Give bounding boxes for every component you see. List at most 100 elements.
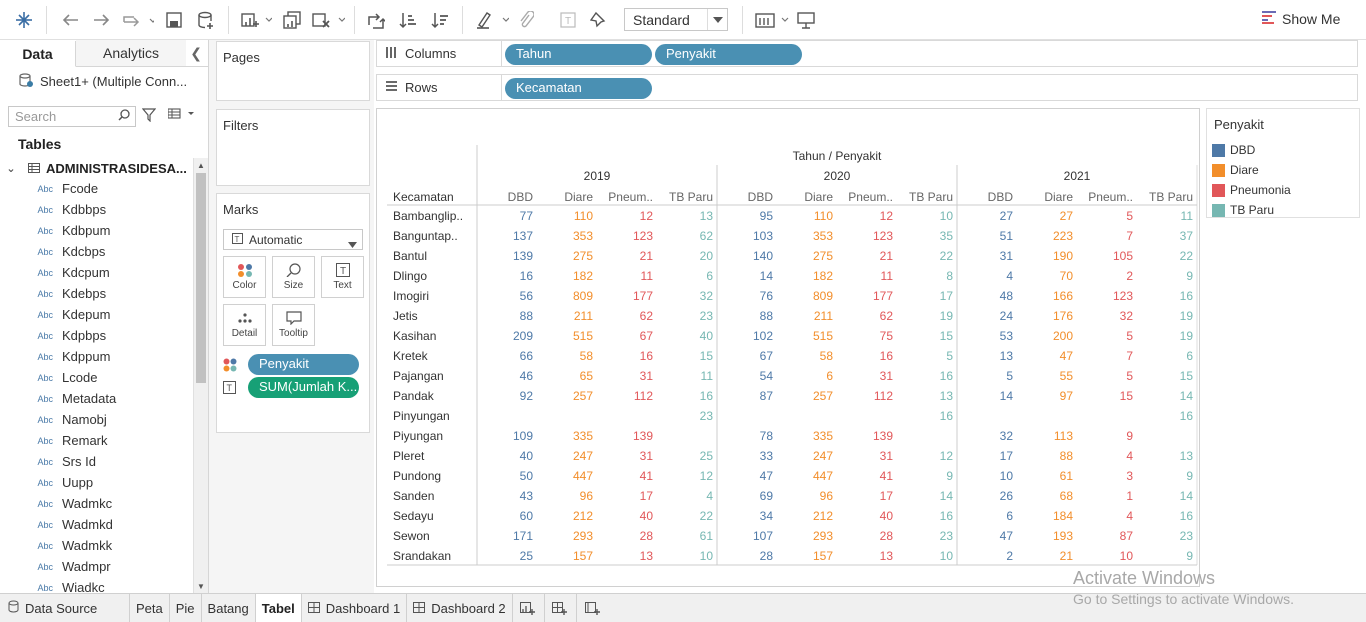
undo-icon[interactable] xyxy=(58,8,82,32)
data-connection[interactable]: Sheet1+ (Multiple Conn... xyxy=(18,72,187,91)
show-cards-icon[interactable] xyxy=(754,8,790,32)
string-type-icon: Abc xyxy=(37,519,53,530)
data-cell: 51 xyxy=(1000,229,1014,243)
disease-header: TB Paru xyxy=(909,190,953,204)
row-band xyxy=(387,505,1197,525)
save-icon[interactable] xyxy=(162,8,186,32)
presentation-mode-icon[interactable] xyxy=(794,8,818,32)
field-item[interactable]: Abc Uupp xyxy=(0,472,193,493)
color-legend[interactable]: Penyakit DBD Diare Pneumonia TB Paru xyxy=(1206,108,1360,218)
search-input[interactable]: Search xyxy=(8,106,136,127)
tab-data[interactable]: Data xyxy=(0,41,76,67)
columns-pill-penyakit[interactable]: Penyakit xyxy=(655,44,802,65)
field-item[interactable]: Abc Kdbpum xyxy=(0,220,193,241)
field-item[interactable]: Abc Kdcbps xyxy=(0,241,193,262)
marks-pill-sum[interactable]: SUM(Jumlah K... xyxy=(248,377,359,398)
redo-icon[interactable] xyxy=(90,8,114,32)
marks-pill-penyakit[interactable]: Penyakit xyxy=(248,354,359,375)
new-data-source-icon[interactable] xyxy=(194,8,218,32)
scrollbar-thumb[interactable] xyxy=(196,173,206,383)
legend-item[interactable]: Diare xyxy=(1207,160,1359,180)
view-options-icon[interactable] xyxy=(167,108,196,123)
collapse-pane-icon[interactable]: ❮ xyxy=(190,45,202,62)
data-cell: 19 xyxy=(1180,329,1194,343)
field-item[interactable]: Abc Metadata xyxy=(0,388,193,409)
data-cell: 32 xyxy=(700,289,714,303)
data-cell: 809 xyxy=(573,289,593,303)
new-worksheet-tab-icon[interactable] xyxy=(513,594,545,622)
new-story-tab-icon[interactable] xyxy=(577,594,609,622)
field-item[interactable]: Abc Wiadkc xyxy=(0,577,193,593)
field-item[interactable]: Abc Wadmkc xyxy=(0,493,193,514)
detail-button[interactable]: Detail xyxy=(223,304,266,346)
replay-icon[interactable] xyxy=(120,8,156,32)
field-item[interactable]: Abc Lcode xyxy=(0,367,193,388)
crosstab-view[interactable]: Tahun / Penyakit 2019 DBD Diare Pneum.. TB Pa… xyxy=(376,108,1200,587)
group-members-icon[interactable] xyxy=(514,8,538,32)
data-cell: 177 xyxy=(873,289,893,303)
duplicate-sheet-icon[interactable] xyxy=(280,8,304,32)
field-item[interactable]: Abc Srs Id xyxy=(0,451,193,472)
scroll-down-icon[interactable]: ▼ xyxy=(197,582,205,591)
field-item[interactable]: Abc Wadmkd xyxy=(0,514,193,535)
field-item[interactable]: Abc Kdbbps xyxy=(0,199,193,220)
rows-pill-kecamatan[interactable]: Kecamatan xyxy=(505,78,652,99)
columns-shelf[interactable]: Columns Tahun Penyakit xyxy=(376,40,1358,67)
chevron-down-icon[interactable]: ⌄ xyxy=(0,162,22,175)
data-cell: 23 xyxy=(700,409,714,423)
sheet-tab-peta[interactable]: Peta xyxy=(130,594,170,622)
tooltip-button[interactable]: Tooltip xyxy=(272,304,315,346)
tab-analytics[interactable]: Analytics xyxy=(76,40,186,66)
field-item[interactable]: Abc Remark xyxy=(0,430,193,451)
sheet-tab-batang[interactable]: Batang xyxy=(202,594,256,622)
field-item[interactable]: Abc Wadmkk xyxy=(0,535,193,556)
columns-pill-tahun[interactable]: Tahun xyxy=(505,44,652,65)
tableau-logo-icon[interactable] xyxy=(12,8,36,32)
data-cell: 9 xyxy=(1186,269,1193,283)
fix-axes-icon[interactable] xyxy=(586,8,610,32)
sheet-tab-tabel[interactable]: Tabel xyxy=(255,594,302,622)
field-item[interactable]: Abc Kdebps xyxy=(0,283,193,304)
sort-descending-icon[interactable] xyxy=(428,8,452,32)
sheet-tab-pie[interactable]: Pie xyxy=(170,594,202,622)
fit-select[interactable]: Standard xyxy=(624,8,728,31)
field-item[interactable]: Abc Fcode xyxy=(0,178,193,199)
sheet-tab-dashboard-2[interactable]: Dashboard 2 xyxy=(407,594,513,622)
text-button[interactable]: T Text xyxy=(321,256,364,298)
legend-item[interactable]: Pneumonia xyxy=(1207,180,1359,200)
data-cell: 21 xyxy=(640,249,654,263)
show-mark-labels-icon[interactable]: T xyxy=(556,8,580,32)
filter-fields-icon[interactable] xyxy=(141,108,157,125)
pages-card[interactable]: Pages xyxy=(216,41,370,101)
size-button[interactable]: Size xyxy=(272,256,315,298)
data-cell: 62 xyxy=(700,229,714,243)
table-item[interactable]: ⌄ ADMINISTRASIDESA... xyxy=(0,158,193,178)
color-label: Color xyxy=(232,280,257,291)
clear-sheet-icon[interactable] xyxy=(310,8,346,32)
field-item[interactable]: Abc Kdppum xyxy=(0,346,193,367)
field-item[interactable]: Abc Kdcpum xyxy=(0,262,193,283)
rows-shelf[interactable]: Rows Kecamatan xyxy=(376,74,1358,101)
field-item[interactable]: Abc Wadmpr xyxy=(0,556,193,577)
legend-item[interactable]: DBD xyxy=(1207,140,1359,160)
new-worksheet-icon[interactable] xyxy=(238,8,274,32)
disease-header: TB Paru xyxy=(1149,190,1193,204)
new-dashboard-tab-icon[interactable] xyxy=(545,594,577,622)
field-item[interactable]: Abc Namobj xyxy=(0,409,193,430)
filters-card[interactable]: Filters xyxy=(216,109,370,186)
color-button[interactable]: Color xyxy=(223,256,266,298)
swap-rows-columns-icon[interactable] xyxy=(364,8,388,32)
sort-ascending-icon[interactable] xyxy=(396,8,420,32)
data-source-tab[interactable]: Data Source xyxy=(0,594,130,622)
sheet-tab-dashboard-1[interactable]: Dashboard 1 xyxy=(302,594,408,622)
show-me-button[interactable]: Show Me xyxy=(1262,10,1340,27)
highlight-icon[interactable] xyxy=(474,8,510,32)
scroll-up-icon[interactable]: ▲ xyxy=(197,161,205,170)
field-item[interactable]: Abc Kdepum xyxy=(0,304,193,325)
legend-item[interactable]: TB Paru xyxy=(1207,200,1359,220)
field-item[interactable]: Abc Kdpbps xyxy=(0,325,193,346)
row-band xyxy=(387,465,1197,485)
mark-type-select[interactable]: T Automatic xyxy=(223,229,363,250)
field-list-scrollbar[interactable]: ▲ ▼ xyxy=(193,158,208,593)
row-label: Pajangan xyxy=(393,369,444,383)
